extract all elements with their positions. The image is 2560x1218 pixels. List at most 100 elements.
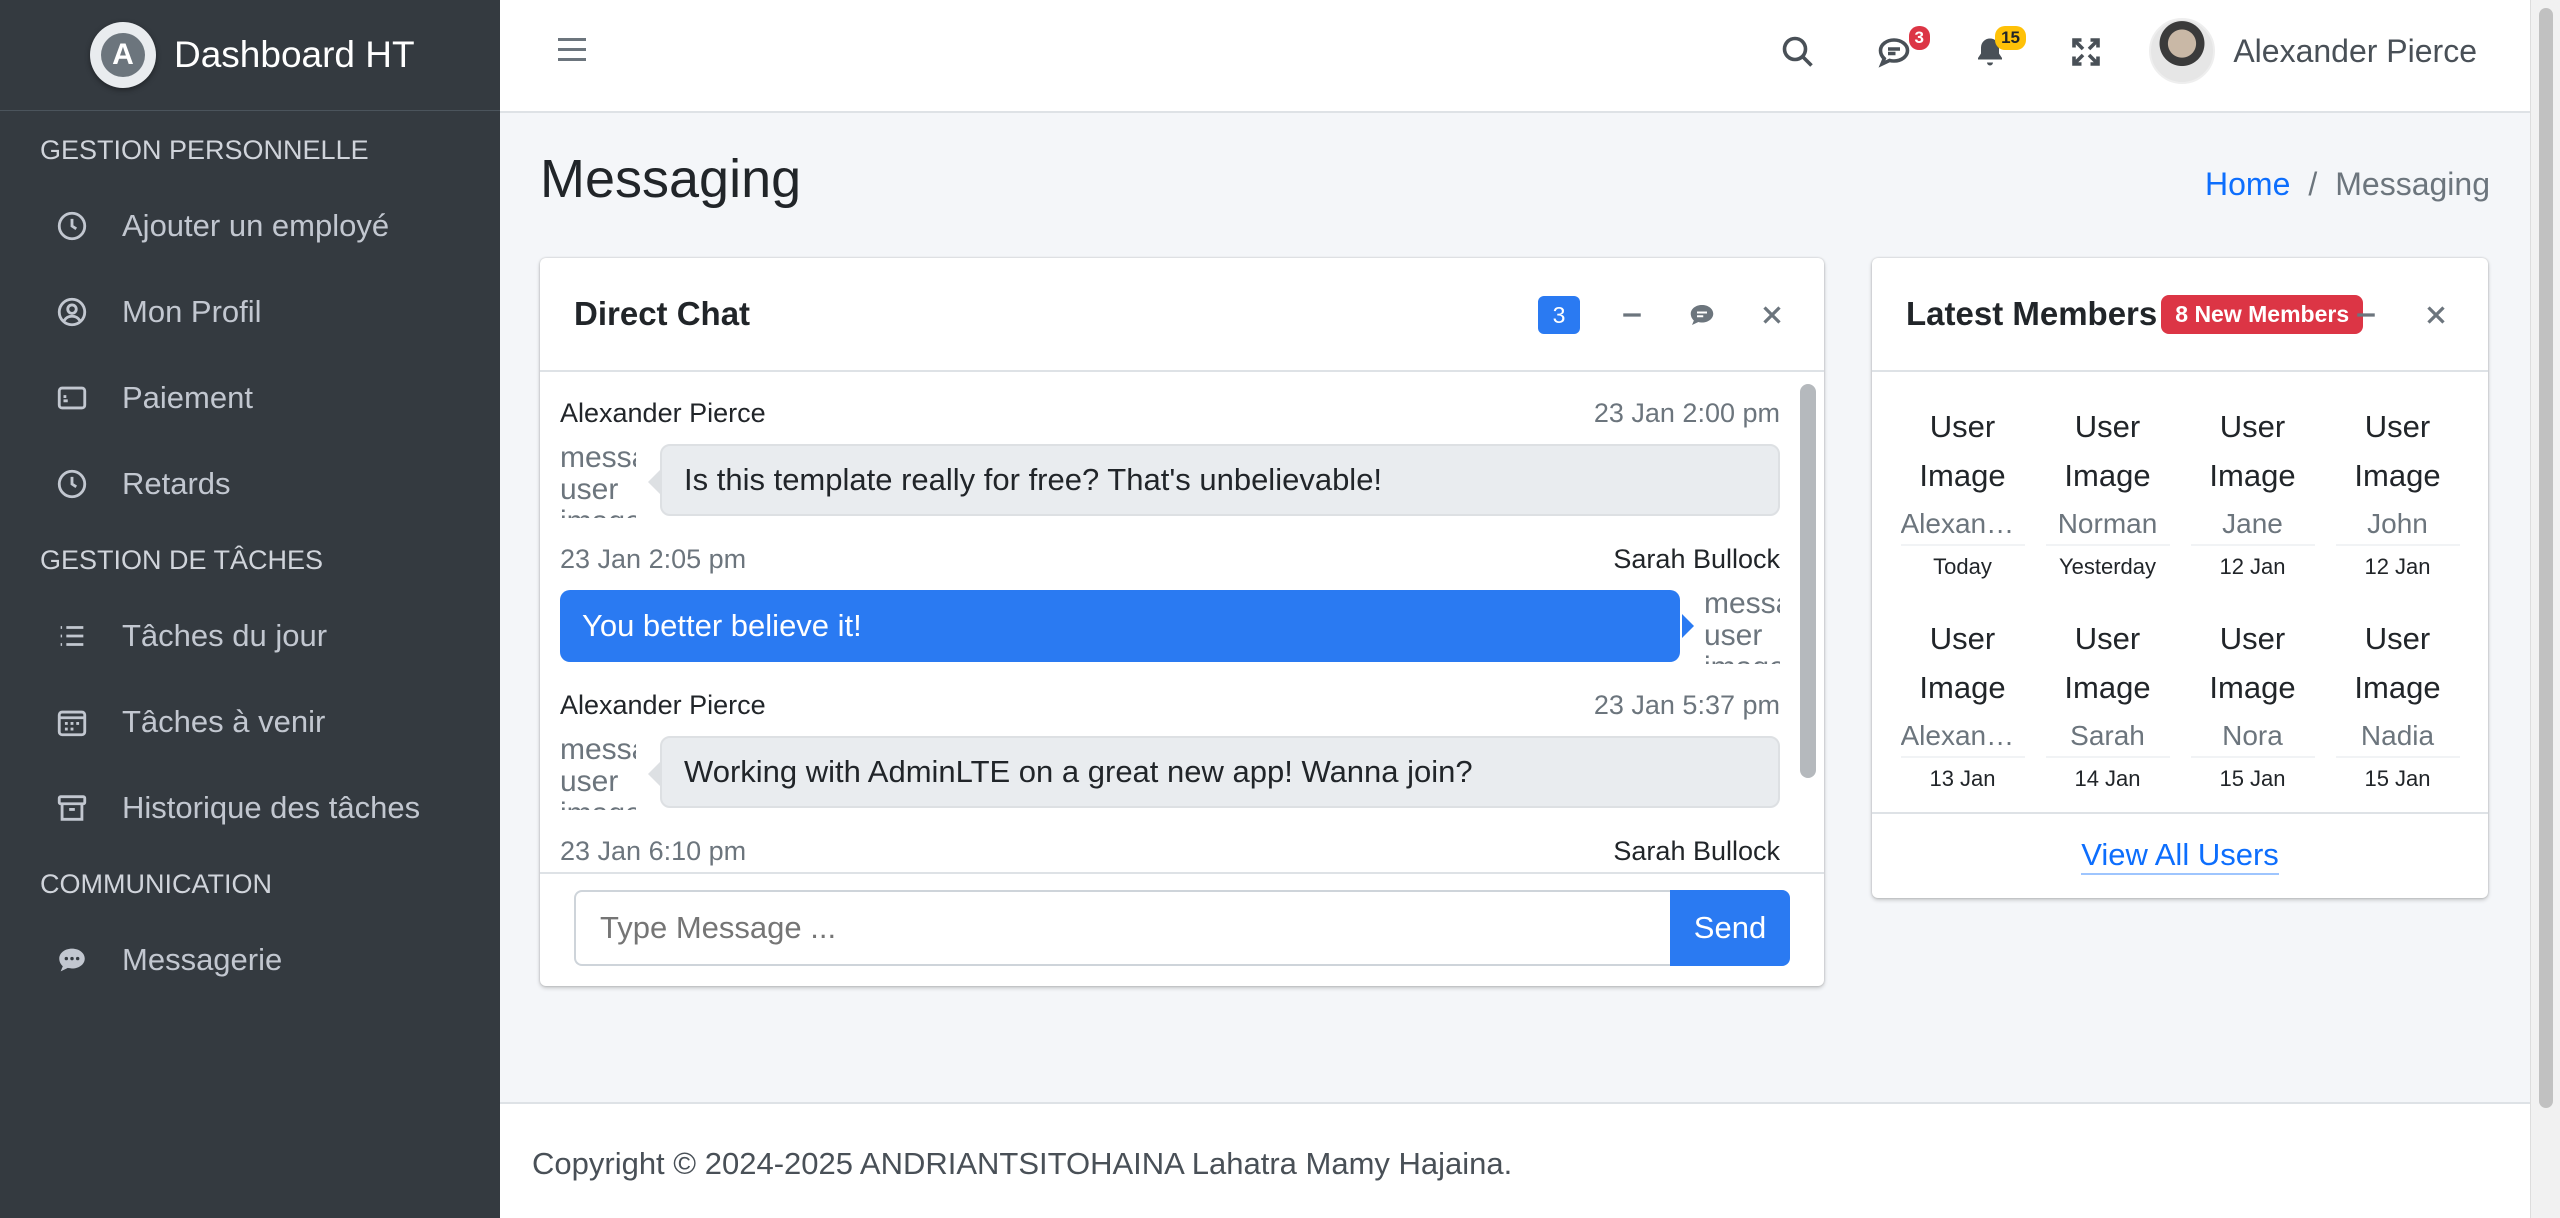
view-all-users-link[interactable]: View All Users [2081,837,2279,875]
message-input[interactable] [574,890,1670,966]
user-circle-icon [52,292,92,332]
member-name[interactable]: John [2335,508,2460,546]
archive-icon [52,788,92,828]
breadcrumb-current: Messaging [2335,166,2490,202]
send-button[interactable]: Send [1670,890,1790,966]
sidebar-item-taches-a-venir[interactable]: Tâches à venir [0,679,500,765]
search-icon[interactable] [1780,34,1820,74]
clock-icon [52,464,92,504]
notifications-bell-icon[interactable]: 15 [1972,26,2026,74]
calendar-icon [52,702,92,742]
sidebar-item-label: Retards [122,466,231,501]
message-sender: Sarah Bullock [1613,544,1780,574]
clock-icon [52,206,92,246]
chat-count-badge: 3 [1538,296,1580,334]
messages-badge: 3 [1908,26,1930,50]
breadcrumb-home-link[interactable]: Home [2205,166,2290,202]
member-item[interactable]: User Image Nadia 15 Jan [2325,606,2470,818]
latest-members-card: Latest Members 8 New Members User Image A… [1872,258,2488,898]
brand-logo: A [90,22,156,88]
member-name[interactable]: Norman [2045,508,2170,546]
member-item[interactable]: User Image John 12 Jan [2325,394,2470,606]
member-name[interactable]: Alexander Pierce [1900,508,2025,546]
collapse-icon[interactable] [1614,297,1650,333]
sidebar-item-retards[interactable]: Retards [0,441,500,527]
contacts-toggle-icon[interactable] [1684,297,1720,333]
member-item[interactable]: User Image Jane 12 Jan [2180,394,2325,606]
members-card-header: Latest Members 8 New Members [1872,258,2488,372]
members-card-footer: View All Users [1872,812,2488,898]
chat-message: Alexander Pierce 23 Jan 2:00 pm message u… [560,374,1780,520]
chat-message: 23 Jan 2:05 pm Sarah Bullock message user… [560,520,1780,666]
member-date: Today [1933,554,1992,579]
member-date: 12 Jan [2219,554,2286,579]
sidebar-item-paiement[interactable]: Paiement [0,355,500,441]
member-item[interactable]: User Image Sarah 14 Jan [2035,606,2180,818]
breadcrumb-separator: / [2308,166,2318,202]
list-icon [52,616,92,656]
close-icon[interactable] [2418,297,2454,333]
brand-link[interactable]: A Dashboard HT [0,0,500,111]
message-user-image: message user image [1704,588,1780,664]
sidebar-item-taches-du-jour[interactable]: Tâches du jour [0,593,500,679]
close-icon[interactable] [1754,297,1790,333]
sidebar-item-label: Messagerie [122,942,283,977]
page-title: Messaging [540,149,802,209]
chat-icon [52,940,92,980]
message-time: 23 Jan 6:10 pm [560,836,747,866]
message-time: 23 Jan 2:00 pm [1593,398,1780,428]
breadcrumb: Home / Messaging [2205,166,2490,203]
sidebar-item-ajouter-employe[interactable]: Ajouter un employé [0,183,500,269]
menu-toggle-icon[interactable] [558,38,586,66]
message-time: 23 Jan 5:37 pm [1593,690,1780,720]
sidebar-item-label: Tâches du jour [122,618,328,653]
member-date: 13 Jan [1929,766,1996,791]
sidebar-item-label: Tâches à venir [122,704,326,739]
member-image: User Image [2209,621,2296,705]
sidebar-item-label: Mon Profil [122,294,262,329]
brand-name: Dashboard HT [174,34,415,75]
user-menu[interactable]: Alexander Pierce [2149,18,2477,84]
message-text: Is this template really for free? That's… [648,444,1780,516]
message-user-image: message user image [560,734,636,810]
member-item[interactable]: User Image Alexander Pierce Today [1890,394,2035,606]
direct-chat-card: Direct Chat 3 Alexander Pierce 23 Jan 2:0… [540,258,1824,986]
sidebar: A Dashboard HT GESTION PERSONNELLE Ajout… [0,0,500,1218]
fullscreen-icon[interactable] [2068,34,2108,74]
page-scrollbar[interactable] [2530,0,2560,1218]
nav-header-gestion-taches: GESTION DE TÂCHES [40,544,324,575]
member-name[interactable]: Nadia [2335,720,2460,758]
chat-scrollbar[interactable] [1800,380,1816,864]
member-name[interactable]: Jane [2190,508,2315,546]
nav-header-gestion-personnelle: GESTION PERSONNELLE [40,134,369,165]
member-date: 14 Jan [2074,766,2141,791]
chat-message: 23 Jan 6:10 pm Sarah Bullock [560,812,1780,866]
messages-icon[interactable]: 3 [1876,26,1930,74]
member-item[interactable]: User Image Alexander 13 Jan [1890,606,2035,818]
member-image: User Image [2209,409,2296,493]
member-name[interactable]: Nora [2190,720,2315,758]
member-date: 15 Jan [2364,766,2431,791]
chat-messages[interactable]: Alexander Pierce 23 Jan 2:00 pm message u… [540,374,1800,866]
member-date: Yesterday [2058,554,2157,579]
members-card-tools [2314,258,2454,372]
sidebar-item-mon-profil[interactable]: Mon Profil [0,269,500,355]
member-item[interactable]: User Image Nora 15 Jan [2180,606,2325,818]
member-name[interactable]: Alexander [1900,720,2025,758]
chat-message: Alexander Pierce 23 Jan 5:37 pm message u… [560,666,1780,812]
member-name[interactable]: Sarah [2045,720,2170,758]
nav-header-communication: COMMUNICATION [40,868,272,899]
collapse-icon[interactable] [2348,297,2384,333]
member-date: 12 Jan [2364,554,2431,579]
avatar [2149,18,2216,84]
message-text: You better believe it! [560,590,1694,662]
sidebar-item-historique-taches[interactable]: Historique des tâches [0,765,500,851]
chat-title: Direct Chat [574,295,751,332]
sidebar-item-messagerie[interactable]: Messagerie [0,917,500,1003]
message-text: Working with AdminLTE on a great new app… [648,736,1780,808]
member-image: User Image [2354,621,2441,705]
member-image: User Image [1919,621,2006,705]
sidebar-item-label: Paiement [122,380,253,415]
member-item[interactable]: User Image Norman Yesterday [2035,394,2180,606]
members-grid: User Image Alexander Pierce Today User Ima… [1872,372,2488,800]
